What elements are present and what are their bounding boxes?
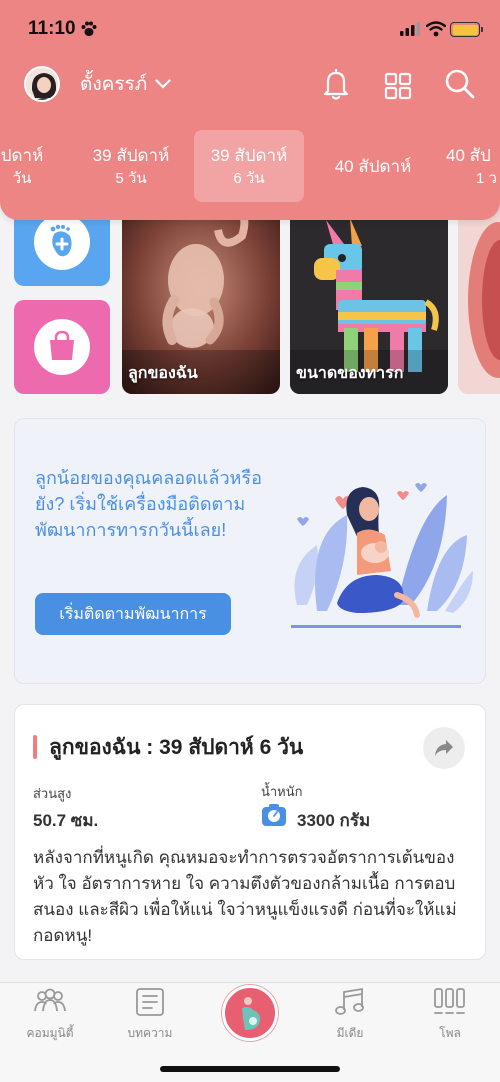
home-indicator[interactable]	[160, 1066, 340, 1072]
weight-label: น้ำหนัก	[261, 784, 303, 799]
status-bar: 11:10	[0, 0, 500, 58]
poll-icon	[434, 988, 465, 1014]
status-time: 11:10	[28, 18, 76, 39]
info-title: ลูกของฉัน : 39 สัปดาห์ 6 วัน	[49, 736, 304, 759]
music-note-icon	[335, 987, 364, 1015]
weight-value: 3300 กรัม	[297, 811, 371, 830]
my-baby-card[interactable]: ลูกของฉัน	[122, 200, 280, 394]
mother-baby-illustration	[291, 483, 473, 628]
paw-icon	[81, 21, 97, 36]
shopping-bag-icon	[50, 330, 74, 360]
avatar	[24, 66, 60, 102]
nav-poll[interactable]: โพล	[410, 987, 490, 1043]
shopping-tile[interactable]	[14, 300, 110, 394]
card-image	[458, 200, 500, 394]
week-tab-sub: วัน	[12, 170, 32, 187]
nav-community-label: คอมมูนิตี้	[26, 1026, 74, 1040]
next-card-partial[interactable]	[458, 200, 500, 394]
week-tab[interactable]: ปดาห์ วัน	[0, 130, 58, 202]
community-icon	[34, 988, 66, 1012]
profile-selector[interactable]: ตั้งครรภ์	[24, 66, 171, 102]
grid-icon[interactable]	[384, 72, 412, 100]
nav-media[interactable]: มีเดีย	[310, 987, 390, 1043]
bell-icon[interactable]	[322, 68, 350, 100]
week-selector: ปดาห์ วัน 39 สัปดาห์ 5 วัน 39 สัปดาห์ 6 …	[0, 128, 500, 206]
share-arrow-icon	[435, 740, 453, 756]
pregnant-woman-icon	[242, 997, 261, 1030]
baby-foot-icon	[50, 224, 72, 257]
promo-text: ลูกน้อยของคุณคลอดแล้วหรือยัง? เริ่มใช้เค…	[35, 468, 262, 540]
header: 11:10 ตั้งครรภ์ ปดาห์ วัน 39 สัปดาห์ 5 ว…	[0, 0, 500, 220]
week-tab-label: 39 สัปดาห์	[92, 146, 170, 165]
week-tab-selected[interactable]: 39 สัปดาห์ 6 วัน	[194, 130, 304, 202]
week-tab-sub: 5 วัน	[115, 170, 147, 187]
title-accent	[33, 735, 37, 759]
week-tab[interactable]: 40 สัป 1 ว	[446, 130, 500, 202]
my-baby-label: ลูกของฉัน	[128, 365, 198, 382]
search-icon[interactable]	[444, 68, 476, 100]
nav-community[interactable]: คอมมูนิตี้	[10, 987, 90, 1043]
nav-poll-label: โพล	[439, 1026, 461, 1040]
baby-info-card: ลูกของฉัน : 39 สัปดาห์ 6 วัน ส่วนสูง 50.…	[14, 704, 486, 960]
week-tab[interactable]: 39 สัปดาห์ 5 วัน	[76, 130, 186, 202]
nav-media-label: มีเดีย	[336, 1026, 364, 1040]
week-tab-label: 40 สัปดาห์	[334, 157, 412, 176]
week-tab-label: 40 สัป	[446, 146, 491, 165]
week-tab-sub: 1 ว	[476, 170, 497, 187]
nav-articles[interactable]: บทความ	[110, 987, 190, 1043]
week-tab-label: ปดาห์	[0, 146, 44, 165]
baby-size-label: ขนาดของทารก	[296, 365, 404, 382]
height-value: 50.7 ซม.	[33, 811, 99, 830]
week-tab-label: 39 สัปดาห์	[210, 146, 288, 165]
profile-name: ตั้งครรภ์	[80, 74, 148, 95]
battery-icon	[450, 22, 483, 37]
week-tab-sub: 6 วัน	[233, 170, 265, 187]
info-body: หลังจากที่หนูเกิด คุณหมอจะทำการตรวจอัตรา…	[33, 848, 457, 945]
chevron-down-icon	[155, 79, 171, 89]
share-button[interactable]	[423, 727, 465, 769]
start-tracking-button[interactable]: เริ่มติดตามพัฒนาการ	[35, 593, 231, 635]
wifi-icon	[426, 21, 446, 37]
nav-articles-label: บทความ	[127, 1026, 173, 1040]
height-label: ส่วนสูง	[33, 786, 72, 801]
nav-pregnancy-home[interactable]	[222, 985, 278, 1041]
cellular-signal-icon	[400, 22, 420, 36]
scale-icon	[262, 804, 286, 826]
baby-size-card[interactable]: ขนาดของทารก	[290, 200, 448, 394]
article-icon	[136, 988, 164, 1016]
baby-tracker-promo: ลูกน้อยของคุณคลอดแล้วหรือยัง? เริ่มใช้เค…	[14, 418, 486, 684]
week-tab[interactable]: 40 สัปดาห์	[318, 130, 428, 202]
